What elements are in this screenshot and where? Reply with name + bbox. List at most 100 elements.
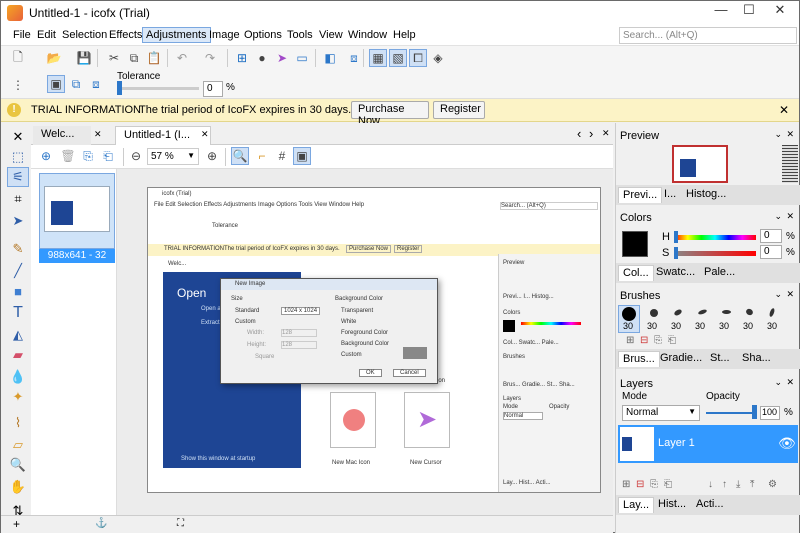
menu-help[interactable]: Help (390, 28, 419, 42)
purchase-now-button[interactable]: Purchase Now (351, 101, 429, 127)
delete-layer-icon[interactable]: ⊟ (636, 479, 644, 490)
cut-icon[interactable]: ✂ (105, 49, 123, 67)
close-icon[interactable]: ✕ (786, 211, 794, 222)
fill-bucket-icon[interactable]: ◭ (7, 325, 29, 345)
zoom-in-icon[interactable]: ⊕ (203, 147, 221, 165)
tab-untitled[interactable]: Untitled-1 (I... (115, 126, 211, 145)
grid-toggle-icon[interactable]: # (273, 147, 291, 165)
move-up-icon[interactable]: ↑ (722, 479, 727, 490)
eyedropper-icon[interactable]: ⌇ (7, 413, 29, 433)
add-layer-icon[interactable]: + (13, 517, 20, 531)
add-image-icon[interactable]: ⊕ (37, 147, 55, 165)
undo-icon[interactable]: ↶ (173, 49, 191, 67)
rectangle-icon[interactable]: ■ (7, 281, 29, 301)
close-tools-icon[interactable]: ✕ (7, 127, 29, 147)
add-brush-icon[interactable]: ⊞ (626, 335, 634, 346)
selection-add-icon[interactable]: ⧉ (67, 75, 85, 93)
close-icon[interactable]: ✕ (786, 129, 794, 140)
opacity-slider-track[interactable] (706, 412, 756, 414)
close-window-button[interactable]: ✕ (763, 1, 797, 21)
redo-icon[interactable]: ↷ (201, 49, 219, 67)
layer-row[interactable]: Layer 1 👁 (618, 425, 798, 463)
tab-styles[interactable]: St... (706, 351, 734, 367)
ruler-toggle-icon[interactable]: ⌐ (253, 147, 271, 165)
opacity-slider-thumb[interactable] (752, 405, 757, 419)
ruler-icon[interactable]: ▱ (7, 435, 29, 455)
menu-effects[interactable]: Effects (106, 28, 145, 42)
preview-mode-icon[interactable]: ⧠ (409, 49, 427, 67)
layers-stack-icon[interactable]: ◈ (429, 49, 447, 67)
export-brush-icon[interactable]: ⎗ (668, 335, 676, 346)
saturation-input[interactable]: 0 (760, 245, 782, 259)
brush-thin-icon[interactable] (768, 307, 776, 318)
import-image-icon[interactable]: ⎘ (79, 147, 97, 165)
cursor-icon[interactable]: ➤ (273, 49, 291, 67)
resource-icon[interactable]: ◧ (321, 49, 339, 67)
menu-edit[interactable]: Edit (34, 28, 59, 42)
move-down-icon[interactable]: ↓ (708, 479, 713, 490)
menu-options[interactable]: Options (241, 28, 285, 42)
export-image-icon[interactable]: ⎗ (99, 147, 117, 165)
page-icon[interactable]: ▭ (293, 49, 311, 67)
tab-layers[interactable]: Lay... (618, 497, 655, 513)
eye-icon[interactable]: 👁 (778, 435, 796, 452)
menu-file[interactable]: File (10, 28, 34, 42)
zoom-select[interactable]: 57 % ▼ (147, 148, 199, 165)
tab-colors[interactable]: Col... (618, 265, 654, 281)
tab-actions[interactable]: Acti... (692, 497, 728, 513)
chevron-down-icon[interactable]: ⌄ (774, 211, 782, 222)
batch-icon[interactable]: ⧈ (345, 49, 363, 67)
register-button[interactable]: Register (433, 101, 485, 119)
close-icon[interactable]: ✕ (786, 289, 794, 300)
tab-history[interactable]: Hist... (654, 497, 690, 513)
tolerance-slider-track[interactable] (117, 87, 199, 90)
crop-icon[interactable]: ⌗ (7, 189, 29, 209)
brush-flat-icon[interactable] (697, 308, 708, 316)
tab-close-all-icon[interactable]: ✕ (602, 128, 610, 139)
line-icon[interactable]: ╱ (7, 261, 29, 281)
menu-window[interactable]: Window (345, 28, 390, 42)
maximize-button[interactable]: ☐ (735, 1, 763, 21)
layer-up-icon[interactable]: ⤒ (750, 479, 754, 490)
search-input[interactable]: Search... (Alt+Q) (619, 27, 797, 44)
close-icon[interactable]: ✕ (786, 377, 794, 388)
blur-icon[interactable]: 💧 (7, 367, 29, 387)
apple-icon[interactable]: ● (253, 49, 271, 67)
tab-welcome[interactable]: Welc... (33, 126, 91, 145)
tolerance-slider-thumb[interactable] (117, 81, 122, 95)
selection-subtract-icon[interactable]: ⧈ (87, 75, 105, 93)
anchor-icon[interactable]: ⚓ (95, 518, 107, 529)
copy-icon[interactable]: ⧉ (125, 49, 143, 67)
tab-histogram[interactable]: Histog... (682, 187, 730, 203)
menu-selection[interactable]: Selection (59, 28, 110, 42)
tab-untitled-close-icon[interactable]: ✕ (201, 129, 209, 140)
text-icon[interactable]: T (7, 303, 29, 323)
eraser-icon[interactable]: ▰ (7, 345, 29, 365)
tab-swatches[interactable]: Swatc... (652, 265, 699, 281)
windows-icon[interactable]: ⊞ (233, 49, 251, 67)
hue-slider-thumb[interactable] (674, 231, 678, 243)
delete-brush-icon[interactable]: ⊟ (640, 335, 648, 346)
fit-window-icon[interactable]: ▣ (293, 147, 311, 165)
zoom-icon[interactable]: 🔍 (7, 455, 29, 475)
hand-icon[interactable]: ✋ (7, 477, 29, 497)
brush-soft-icon[interactable] (650, 309, 658, 317)
delete-image-icon[interactable]: 🗑 (59, 147, 77, 165)
tab-info[interactable]: I... (660, 187, 680, 203)
tab-gradients[interactable]: Gradie... (656, 351, 706, 367)
layer-down-icon[interactable]: ⤓ (736, 479, 740, 490)
layer-properties-icon[interactable]: ⚙ (768, 479, 777, 490)
new-file-icon[interactable]: 🗋 (9, 49, 27, 67)
pencil-icon[interactable]: ✎ (7, 239, 29, 259)
opacity-input[interactable]: 100 (760, 406, 780, 420)
tab-shapes[interactable]: Sha... (738, 351, 775, 367)
brush-tilt-icon[interactable] (744, 307, 755, 317)
tab-brushes[interactable]: Brus... (618, 351, 660, 367)
tab-preview[interactable]: Previ... (618, 187, 663, 203)
rect-select-icon[interactable]: ⬚ (7, 147, 29, 167)
import-brush-icon[interactable]: ⎘ (654, 335, 662, 346)
magic-wand-icon[interactable]: ⚟ (7, 167, 29, 187)
tab-prev-icon[interactable]: ‹ (577, 126, 581, 141)
save-icon[interactable]: 💾 (75, 49, 93, 67)
checker-grid-icon[interactable]: ▦ (369, 49, 387, 67)
